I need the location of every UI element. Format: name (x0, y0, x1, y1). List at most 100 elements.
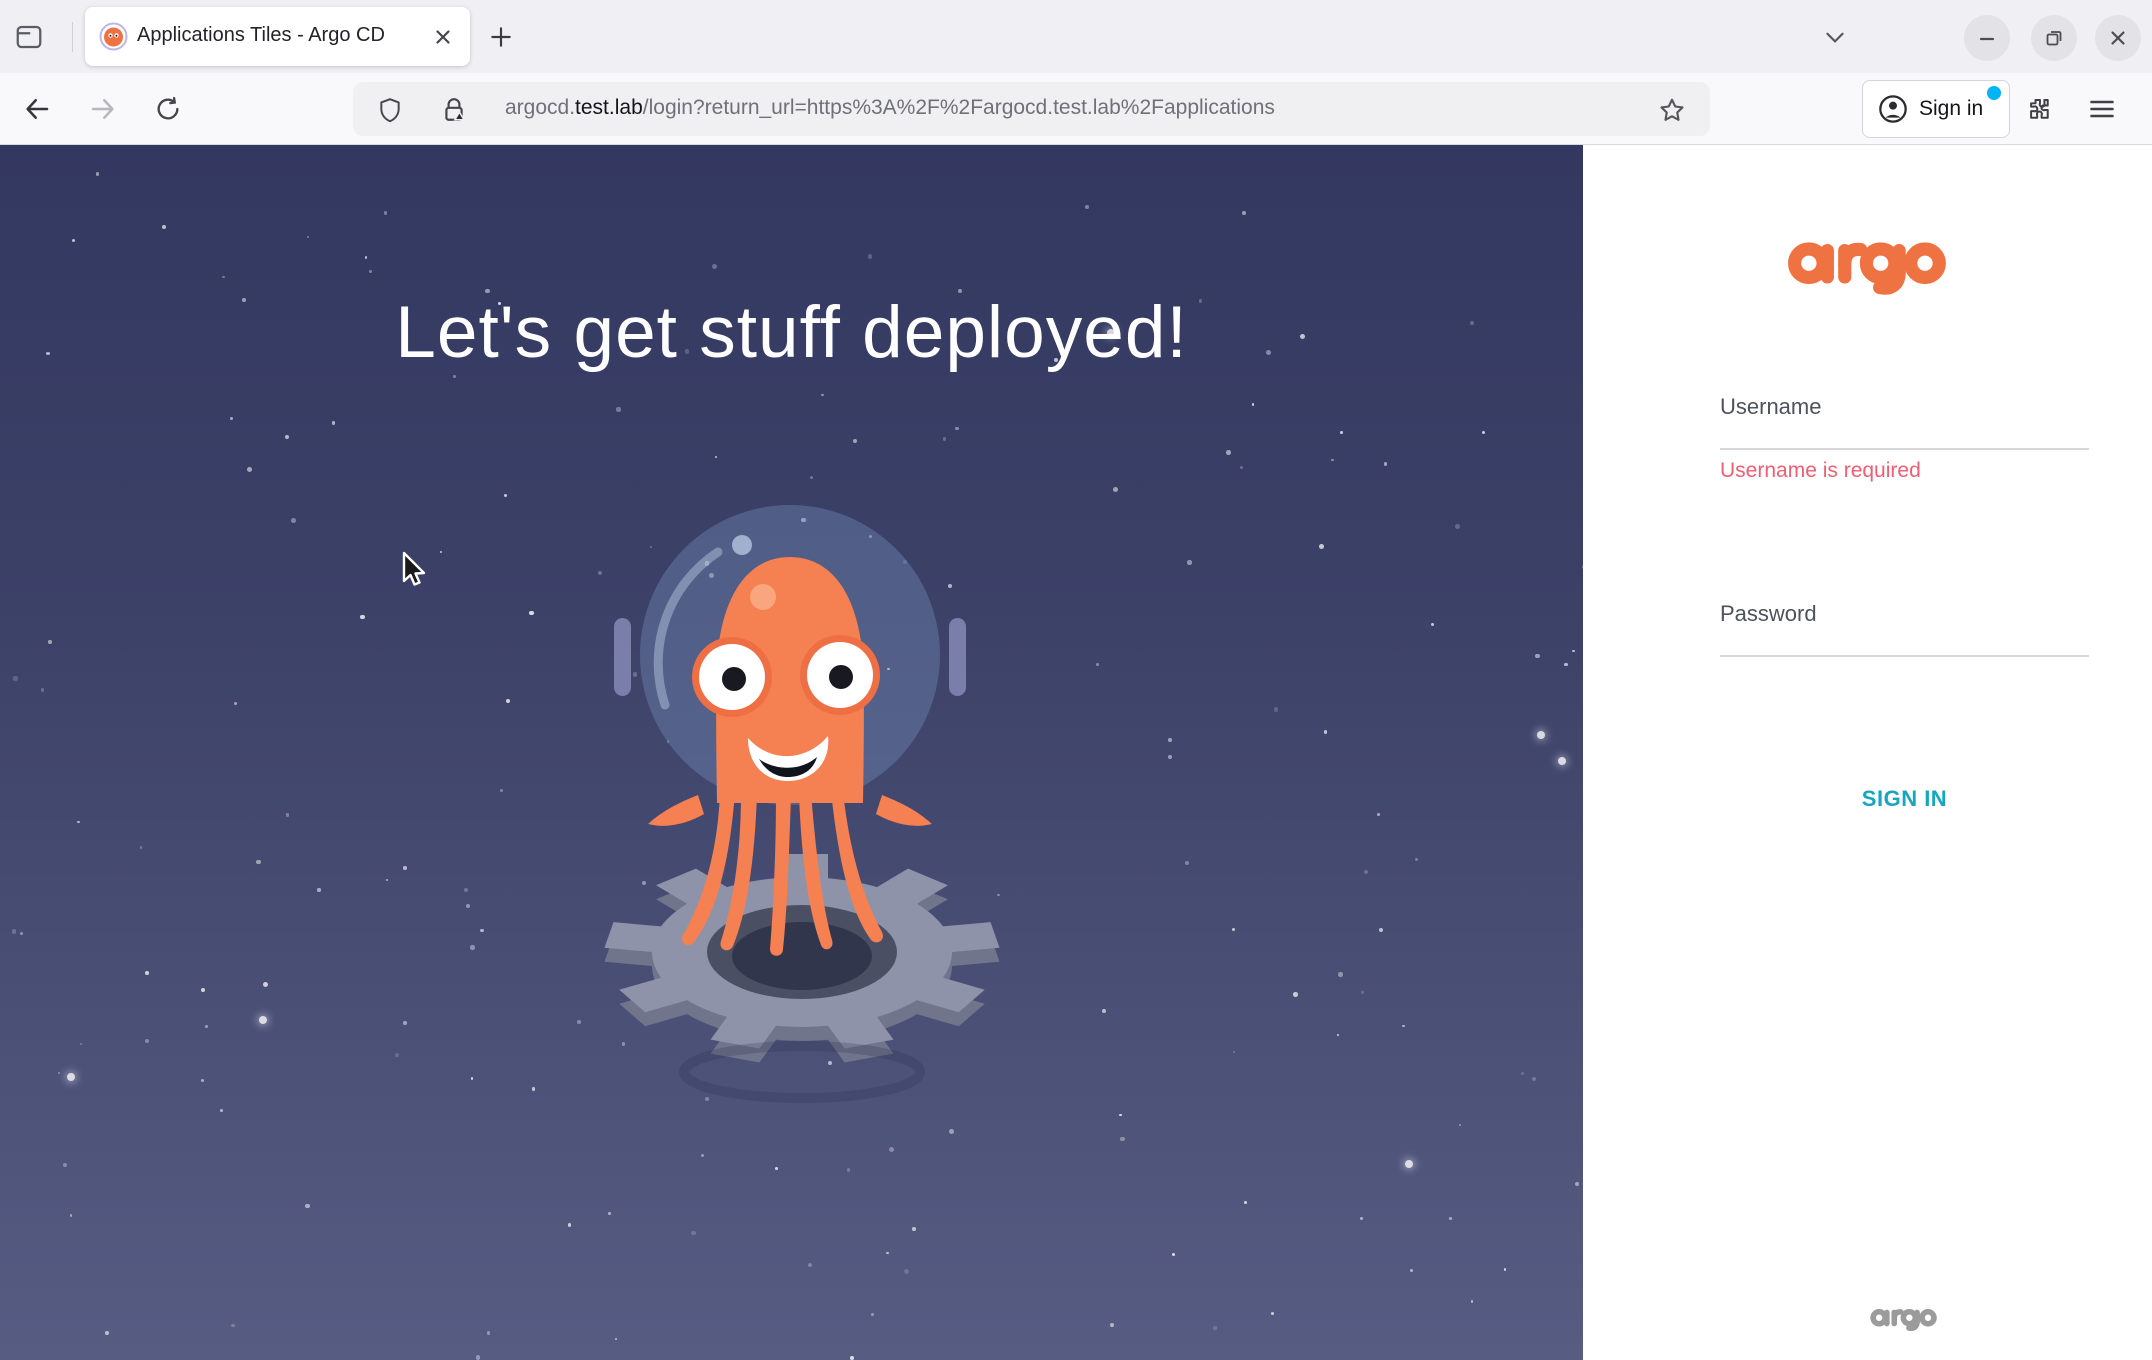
signin-button[interactable]: SIGN IN (1720, 786, 2089, 812)
star (1470, 1299, 1474, 1303)
star (1361, 991, 1364, 994)
login-panel: Username Username is required Password S… (1583, 145, 2152, 1360)
url-text: argocd.test.lab/login?return_url=https%3… (505, 96, 1275, 120)
star (807, 1262, 812, 1267)
star (1383, 461, 1388, 466)
argo-logo (1787, 242, 1946, 295)
tracking-shield-icon[interactable] (377, 97, 403, 123)
star (317, 888, 321, 892)
star (886, 1251, 890, 1255)
star (1120, 1136, 1126, 1142)
star (504, 494, 507, 497)
star (1233, 1050, 1236, 1053)
firefox-view-icon[interactable] (14, 18, 56, 56)
browser-signin-button[interactable]: Sign in (1862, 80, 2010, 138)
star (1572, 649, 1575, 653)
star (714, 455, 717, 459)
octopus-mascot (604, 505, 1000, 1103)
gear (604, 854, 1000, 1063)
star (1415, 857, 1419, 862)
star (1557, 757, 1566, 766)
password-input[interactable] (1720, 655, 2089, 657)
star (608, 1212, 611, 1215)
star (464, 887, 469, 892)
star (1085, 205, 1089, 210)
star (383, 211, 388, 215)
bookmark-star-icon[interactable] (1658, 95, 1688, 125)
star (162, 224, 167, 229)
tab-separator (72, 22, 73, 52)
star (48, 640, 53, 644)
star (1168, 738, 1172, 742)
star (246, 467, 252, 473)
url-bar[interactable]: argocd.test.lab/login?return_url=https%3… (353, 82, 1710, 136)
tab-bar: Applications Tiles - Argo CD (0, 0, 2152, 73)
star (955, 426, 960, 431)
star (104, 1330, 110, 1336)
star (256, 859, 261, 865)
star (1096, 662, 1100, 666)
star (1574, 1181, 1580, 1187)
star (1536, 731, 1545, 740)
star (911, 1227, 916, 1232)
star (72, 238, 76, 243)
reload-icon[interactable] (146, 87, 190, 131)
star (394, 1052, 399, 1057)
star (505, 699, 510, 704)
star (1213, 1326, 1217, 1330)
menu-hamburger-icon[interactable] (2088, 87, 2132, 131)
browser-tab[interactable]: Applications Tiles - Argo CD (85, 7, 470, 66)
star (1232, 927, 1236, 931)
star (470, 945, 475, 950)
username-input[interactable] (1720, 448, 2089, 450)
star (62, 1162, 68, 1168)
space-background: Let's get stuff deployed! (0, 145, 1583, 1360)
star (453, 375, 457, 379)
star (871, 1312, 875, 1316)
helmet-handle-right (949, 618, 966, 696)
signin-label: Sign in (1919, 97, 1984, 120)
extensions-puzzle-icon[interactable] (2025, 87, 2069, 131)
username-label: Username (1720, 394, 1822, 419)
star (1251, 403, 1255, 406)
navigation-toolbar: argocd.test.lab/login?return_url=https%3… (0, 73, 2152, 145)
star (440, 550, 443, 553)
star (222, 276, 225, 279)
tab-close-icon[interactable] (432, 25, 456, 49)
star (1112, 486, 1118, 492)
star (1109, 1322, 1115, 1328)
star (1119, 1113, 1122, 1116)
maximize-icon[interactable] (2031, 15, 2077, 61)
star (1323, 730, 1328, 735)
star (846, 1168, 851, 1172)
tab-list-chevron-icon[interactable] (1822, 16, 1866, 58)
url-domain: test.lab (575, 96, 643, 119)
star (1242, 211, 1247, 216)
page-content: Let's get stuff deployed! Username Usern… (0, 145, 2152, 1360)
star (144, 970, 150, 976)
star (306, 236, 309, 239)
star (1402, 1024, 1405, 1027)
star (331, 421, 336, 425)
star (809, 476, 813, 480)
username-error: Username is required (1720, 459, 1921, 482)
star (614, 1337, 618, 1341)
lock-warning-icon[interactable] (441, 97, 467, 123)
forward-icon[interactable] (81, 87, 125, 131)
star (219, 1109, 224, 1113)
close-icon[interactable] (2095, 15, 2141, 61)
back-icon[interactable] (15, 87, 59, 131)
star (19, 932, 23, 936)
star (1273, 706, 1279, 712)
star (480, 928, 484, 933)
star (868, 254, 873, 259)
browser-window: Applications Tiles - Argo CD argocd.test… (0, 0, 2152, 1360)
new-tab-icon[interactable] (488, 16, 530, 58)
star (262, 982, 268, 988)
minimize-icon[interactable] (1964, 15, 2010, 61)
star (1338, 972, 1343, 977)
star (1243, 1201, 1247, 1205)
star (1184, 861, 1189, 866)
star (1458, 1123, 1462, 1127)
tab-title: Applications Tiles - Argo CD (137, 24, 385, 46)
